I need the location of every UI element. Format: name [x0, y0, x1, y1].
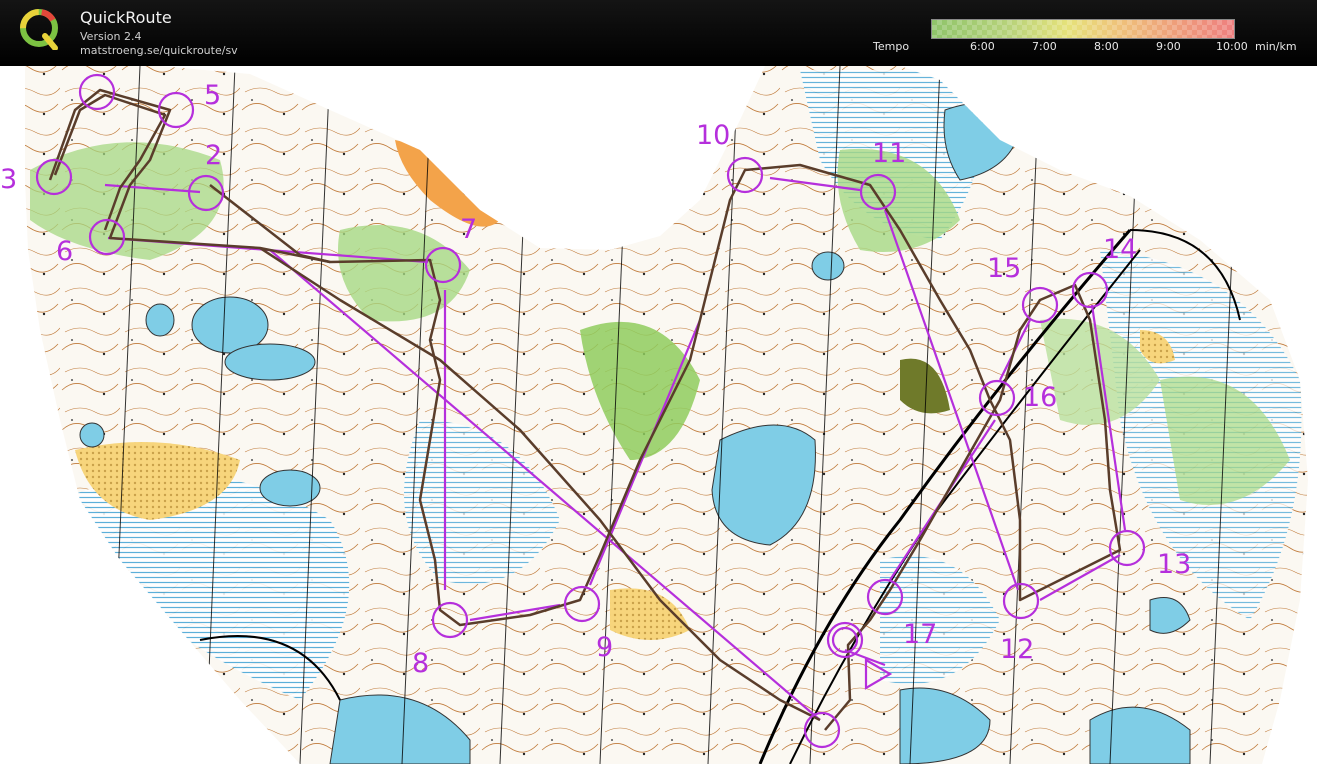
app-version: Version 2.4 [80, 30, 142, 43]
control-number: 14 [1103, 234, 1137, 265]
control-number: 8 [412, 648, 429, 679]
control-number: 17 [903, 619, 937, 650]
pace-color-scale [931, 19, 1235, 39]
map-terrain [25, 66, 1308, 764]
control-number: 7 [460, 214, 477, 245]
pace-tick-label: 10:00 [1216, 40, 1248, 53]
control-number: 16 [1023, 382, 1057, 413]
control-number: 5 [204, 80, 221, 111]
app-header: QuickRoute Version 2.4 matstroeng.se/qui… [0, 0, 1317, 66]
control-number: 11 [872, 138, 906, 169]
control-number: 15 [987, 253, 1021, 284]
quickroute-logo-icon [20, 9, 58, 50]
pace-tick-label: 7:00 [1032, 40, 1057, 53]
app-title: QuickRoute [80, 8, 172, 27]
pace-scale-label: Tempo [873, 40, 910, 53]
app-url: matstroeng.se/quickroute/sv [80, 44, 238, 57]
pace-tick-label: 8:00 [1094, 40, 1119, 53]
pace-tick-label: 9:00 [1156, 40, 1181, 53]
orienteering-map[interactable]: 2 3 5 6 7 8 9 10 11 12 13 14 15 16 17 [0, 66, 1317, 764]
pace-unit-label: min/km [1255, 40, 1297, 53]
control-number: 9 [596, 632, 613, 663]
control-number: 6 [56, 236, 73, 267]
pace-tick-label: 6:00 [970, 40, 995, 53]
control-number: 13 [1157, 549, 1191, 580]
control-number: 12 [1000, 634, 1034, 665]
control-number: 3 [0, 164, 17, 195]
control-number: 10 [696, 120, 730, 151]
control-number: 2 [205, 140, 222, 171]
